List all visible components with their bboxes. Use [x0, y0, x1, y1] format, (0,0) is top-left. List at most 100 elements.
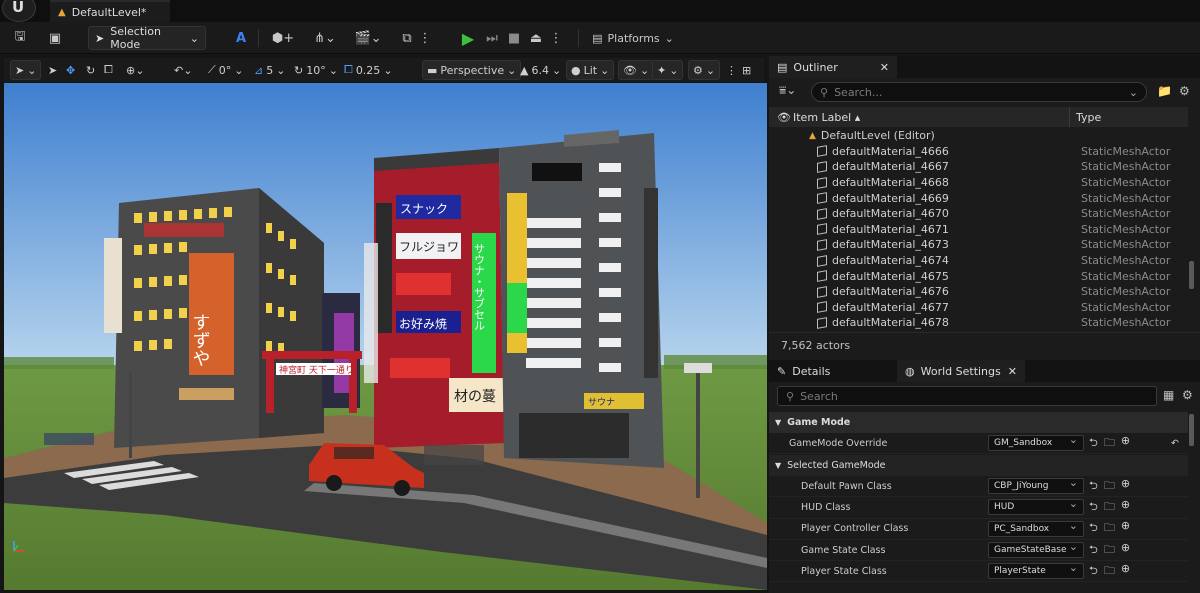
outliner-item[interactable]: defaultMaterial_4675 StaticMeshActor: [769, 268, 1188, 284]
outliner-search-input[interactable]: ⚲ Search... ⌄: [811, 82, 1147, 102]
level-tab-label: DefaultLevel*: [71, 5, 147, 19]
scale-snap-toggle[interactable]: ⧠ 0.25 ⌄: [340, 60, 397, 80]
angle-snap-toggle[interactable]: ↻ 10° ⌄: [290, 60, 342, 80]
rotate-tool-icon[interactable]: ↻: [82, 60, 99, 80]
close-icon[interactable]: ✕: [880, 61, 889, 74]
world-space-icon[interactable]: ⊕⌄: [122, 60, 148, 80]
outliner-item[interactable]: defaultMaterial_4676 StaticMeshActor: [769, 284, 1188, 300]
content-browser-icon[interactable]: ▣: [44, 27, 66, 49]
property-dropdown[interactable]: CBP_JiYoung: [988, 476, 1084, 495]
browse-icon[interactable]: ⮌: [1089, 562, 1098, 581]
reset-icon[interactable]: ↶: [1171, 438, 1179, 449]
add-icon[interactable]: ⊕: [1121, 434, 1130, 453]
angle-snap-icon: ↻: [294, 63, 304, 77]
property-dropdown[interactable]: HUD: [988, 497, 1084, 516]
world-settings-tab[interactable]: ◍ World Settings ✕: [897, 360, 1025, 382]
outliner-item[interactable]: defaultMaterial_4666 StaticMeshActor: [769, 144, 1188, 160]
folder-icon[interactable]: 🗀: [1104, 541, 1115, 560]
lit-dropdown[interactable]: ● Lit ⌄: [566, 60, 615, 80]
perspective-dropdown[interactable]: ▬ Perspective ⌄: [422, 60, 522, 80]
add-icon[interactable]: ⊕: [1121, 541, 1130, 560]
property-dropdown[interactable]: GM_Sandbox: [988, 433, 1084, 452]
viewport-layout-icon[interactable]: ⊞: [738, 60, 755, 80]
play-options-icon[interactable]: ⋮: [550, 27, 563, 49]
more-options-icon[interactable]: ⋮: [419, 27, 432, 49]
type-column[interactable]: Type: [1076, 111, 1101, 124]
browse-icon[interactable]: ⮌: [1089, 519, 1098, 538]
filter-icon[interactable]: ⩸⌄: [779, 83, 796, 98]
platforms-dropdown[interactable]: ▤ Platforms ⌄: [588, 27, 678, 49]
property-matrix-icon[interactable]: ▦: [1163, 388, 1174, 402]
outliner-item[interactable]: defaultMaterial_4673 StaticMeshActor: [769, 237, 1188, 253]
scale-tool-icon[interactable]: ⧠: [100, 60, 117, 80]
add-icon[interactable]: ⊕: [1121, 498, 1130, 517]
property-dropdown[interactable]: PC_Sandbox: [988, 519, 1084, 537]
outliner-tab[interactable]: ▤ Outliner ✕: [769, 56, 897, 78]
browse-icon[interactable]: ⮌: [1089, 498, 1098, 517]
selection-mode-dropdown[interactable]: ➤ Selection Mode ⌄: [88, 25, 206, 51]
outliner-item[interactable]: defaultMaterial_4668 StaticMeshActor: [769, 175, 1188, 191]
move-tool-icon[interactable]: ✥: [62, 60, 79, 80]
cinematics-icon[interactable]: 🎬⌄: [352, 27, 384, 49]
transform-select-dropdown[interactable]: ➤ ⌄: [10, 60, 42, 80]
add-actor-icon[interactable]: ⬢+: [268, 27, 298, 49]
browse-icon[interactable]: ⮌: [1089, 434, 1098, 453]
outliner-scrollbar[interactable]: [1189, 261, 1194, 289]
add-icon[interactable]: ⊕: [1121, 477, 1130, 496]
save-icon[interactable]: 🖫: [10, 27, 30, 49]
grid-snap-toggle[interactable]: ⊿ 5 ⌄: [250, 60, 289, 80]
outliner-item[interactable]: defaultMaterial_4677 StaticMeshActor: [769, 300, 1188, 316]
skip-icon[interactable]: ⏭: [482, 27, 502, 49]
folder-icon[interactable]: 🗀: [1104, 477, 1115, 496]
details-search-input[interactable]: ⚲ Search: [777, 386, 1157, 406]
outliner-item[interactable]: defaultMaterial_4669 StaticMeshActor: [769, 190, 1188, 206]
source-control-icon[interactable]: ⧉: [398, 27, 416, 49]
surface-snap-icon[interactable]: ↶⌄: [170, 60, 196, 80]
property-dropdown[interactable]: PlayerState: [988, 561, 1084, 580]
outliner-item[interactable]: defaultMaterial_4674 StaticMeshActor: [769, 253, 1188, 269]
select-tool-icon[interactable]: ➤: [44, 60, 61, 80]
show-dropdown[interactable]: 👁 ⌄: [618, 60, 655, 80]
viewport-effects-dropdown[interactable]: ✦ ⌄: [652, 60, 684, 80]
rotation-snap-toggle[interactable]: ⟋ 0° ⌄: [204, 60, 247, 80]
property-value: PlayerState: [994, 566, 1046, 577]
camera-speed-dropdown[interactable]: ▲ 6.4 ⌄: [516, 60, 565, 80]
outliner-item[interactable]: defaultMaterial_4678 StaticMeshActor: [769, 315, 1188, 331]
browse-icon[interactable]: ⮌: [1089, 541, 1098, 560]
details-scrollbar[interactable]: [1189, 414, 1194, 446]
folder-icon[interactable]: 🗀: [1104, 434, 1115, 453]
viewport-settings-dropdown[interactable]: ⚙ ⌄: [688, 60, 721, 80]
outliner-settings-icon[interactable]: ⚙: [1179, 84, 1190, 98]
browse-icon[interactable]: ⮌: [1089, 477, 1098, 496]
close-icon[interactable]: ✕: [1008, 365, 1017, 378]
game-mode-category[interactable]: ▼ Game Mode: [769, 412, 1188, 433]
level-viewport[interactable]: すずや 神宮町 天下一通り スナック フルジョワ お好み焼 サウナ・サブセル 材…: [4, 83, 767, 590]
level-tab[interactable]: ▲ DefaultLevel*: [50, 0, 170, 22]
modeling-icon[interactable]: A: [230, 27, 252, 49]
folder-icon[interactable]: 🗀: [1104, 519, 1115, 538]
visibility-column-icon[interactable]: 👁: [777, 111, 791, 124]
outliner-item[interactable]: defaultMaterial_4667 StaticMeshActor: [769, 159, 1188, 175]
play-icon[interactable]: ▶: [458, 27, 478, 49]
outliner-item[interactable]: defaultMaterial_4671 StaticMeshActor: [769, 222, 1188, 238]
outliner-root-item[interactable]: ▲ DefaultLevel (Editor): [769, 128, 1188, 144]
details-settings-icon[interactable]: ⚙: [1182, 388, 1193, 402]
toolbar-separator: [258, 29, 259, 47]
add-icon[interactable]: ⊕: [1121, 519, 1130, 538]
add-folder-icon[interactable]: 📁: [1157, 84, 1172, 98]
folder-icon[interactable]: 🗀: [1104, 562, 1115, 581]
stop-icon[interactable]: ■: [505, 27, 523, 49]
add-icon[interactable]: ⊕: [1121, 562, 1130, 581]
selected-gamemode-category[interactable]: ▼ Selected GameMode: [769, 455, 1188, 476]
details-icon: ✎: [777, 364, 787, 378]
details-tab[interactable]: ✎ Details: [769, 360, 894, 382]
item-label-column[interactable]: Item Label ▴: [793, 111, 860, 124]
blueprint-icon[interactable]: ⋔⌄: [310, 27, 340, 49]
unreal-logo-icon[interactable]: U: [2, 0, 36, 22]
property-dropdown[interactable]: GameStateBase: [988, 540, 1084, 559]
details-tab-label: Details: [792, 364, 831, 378]
static-mesh-icon: [817, 301, 827, 314]
eject-icon[interactable]: ⏏: [526, 27, 546, 49]
outliner-item[interactable]: defaultMaterial_4670 StaticMeshActor: [769, 206, 1188, 222]
folder-icon[interactable]: 🗀: [1104, 498, 1115, 517]
